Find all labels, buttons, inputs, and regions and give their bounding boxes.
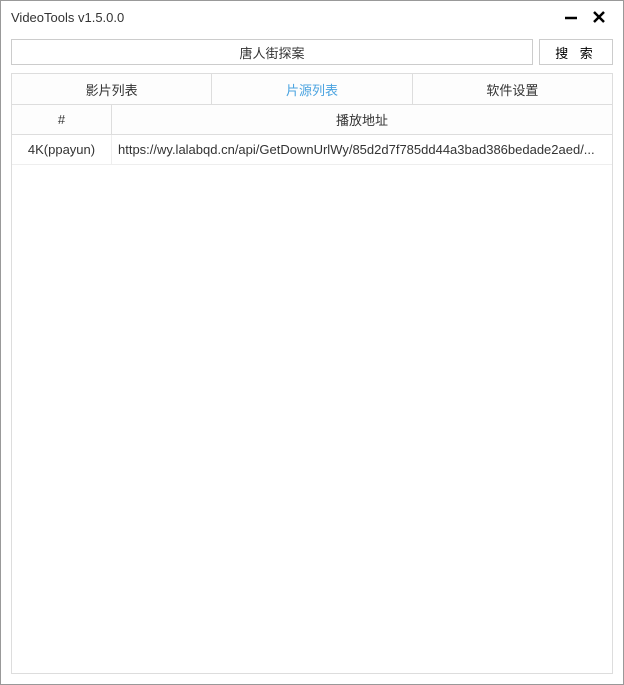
table-row[interactable]: 4K(ppayun) https://wy.lalabqd.cn/api/Get… <box>12 135 612 165</box>
tab-movie-list[interactable]: 影片列表 <box>12 74 212 104</box>
column-header-url[interactable]: 播放地址 <box>112 105 612 134</box>
table-container: # 播放地址 4K(ppayun) https://wy.lalabqd.cn/… <box>11 105 613 674</box>
cell-url: https://wy.lalabqd.cn/api/GetDownUrlWy/8… <box>112 135 612 164</box>
tab-source-list[interactable]: 片源列表 <box>212 74 412 104</box>
content-area: 搜 索 影片列表 片源列表 软件设置 # 播放地址 4K(ppayun) htt… <box>1 33 623 684</box>
close-button[interactable] <box>585 3 613 31</box>
column-header-id[interactable]: # <box>12 105 112 134</box>
minimize-button[interactable] <box>557 3 585 31</box>
cell-id: 4K(ppayun) <box>12 135 112 164</box>
table-header: # 播放地址 <box>12 105 612 135</box>
search-row: 搜 索 <box>11 39 613 65</box>
minimize-icon <box>564 6 578 20</box>
window-title: VideoTools v1.5.0.0 <box>11 10 557 25</box>
tabs: 影片列表 片源列表 软件设置 <box>11 73 613 105</box>
titlebar: VideoTools v1.5.0.0 <box>1 1 623 33</box>
table-body: 4K(ppayun) https://wy.lalabqd.cn/api/Get… <box>12 135 612 673</box>
close-icon <box>592 10 606 24</box>
tab-settings[interactable]: 软件设置 <box>413 74 612 104</box>
search-button[interactable]: 搜 索 <box>539 39 613 65</box>
search-input[interactable] <box>11 39 533 65</box>
